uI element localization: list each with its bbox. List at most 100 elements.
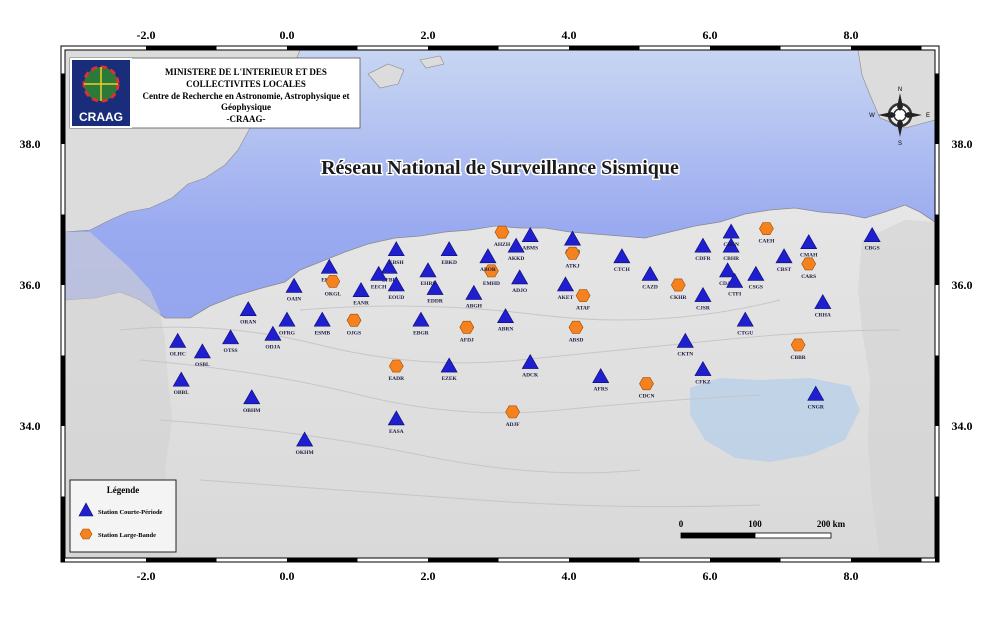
station-label: CKHR [670,295,688,301]
lat-tick-left: 38.0 [20,137,41,151]
latitude-labels-right: 38.0 36.0 34.0 [952,137,973,433]
lon-tick-bottom: 8.0 [844,569,859,583]
legend-box: Légende Station Courte-Période Station L… [69,479,177,553]
station-label: AKET [558,295,574,301]
lon-tick-top: 2.0 [421,28,436,42]
station-label: CBGS [865,246,880,252]
longitude-labels-bottom: -2.0 0.0 2.0 4.0 6.0 8.0 [137,569,859,583]
station-label: EMHD [483,281,500,287]
station-label: EHRS [421,281,436,287]
station-label: OTSS [224,348,238,354]
station-label: CAEH [758,239,775,245]
station-label: ABRN [498,327,514,333]
station-label: OSBL [195,362,210,368]
station-label: CSGS [749,284,763,290]
station-label: AKKD [508,256,525,262]
latitude-labels-left: 38.0 36.0 34.0 [20,137,41,433]
compass-s: S [898,141,902,147]
lon-tick-bottom: 2.0 [421,569,436,583]
station-label: OLHC [170,351,186,357]
legend-title: Légende [107,485,140,495]
station-label: EBKD [441,260,457,266]
station-label: OJGS [347,330,361,336]
station-label: CFKZ [695,380,711,386]
station-label: OAIN [287,296,301,302]
station-label: ADJO [512,288,528,294]
station-label: CBDN [723,242,739,248]
compass-e: E [926,113,930,119]
lon-tick-top: 0.0 [280,28,295,42]
station-label: ADCK [522,373,539,379]
lat-tick-right: 34.0 [952,419,973,433]
legend-broad-band-label: Station Large-Bande [98,532,156,539]
station-label: ATKJ [565,263,580,269]
seismic-network-map: -2.0 0.0 2.0 4.0 6.0 8.0 -2.0 0.0 2.0 4.0 6.0 8.0 … [0,0,1000,613]
station-label: CNGR [808,404,825,410]
station-label: CJSR [696,306,711,312]
station-label: CAZD [642,284,658,290]
station-label: EBGR [413,330,430,336]
header-line-3: Centre de Recherche en Astronomie, Astro… [142,91,349,101]
station-label: ADJF [506,422,521,428]
station-label: CARS [801,274,816,280]
station-label: CTFI [728,291,741,297]
header-line-2: COLLECTIVITES LOCALES [186,79,306,89]
station-label: CRHA [815,313,831,319]
lon-tick-top: 4.0 [562,28,577,42]
map-title: Réseau National de Surveillance Sismique [321,157,679,179]
header-line-1: MINISTERE DE L'INTERIEUR ET DES [165,67,327,77]
longitude-labels-top: -2.0 0.0 2.0 4.0 6.0 8.0 [137,28,859,42]
legend-short-period-label: Station Courte-Période [98,509,163,516]
station-label: CTCH [614,267,631,273]
station-label: EDDR [427,299,444,305]
lon-tick-bottom: -2.0 [137,569,156,583]
lon-tick-bottom: 0.0 [280,569,295,583]
station-label: EASA [389,429,404,435]
lon-tick-top: 6.0 [703,28,718,42]
lon-tick-top: -2.0 [137,28,156,42]
station-label: CBHR [723,256,740,262]
station-label: CBST [777,267,792,273]
station-label: AFDJ [460,337,474,343]
lat-tick-right: 36.0 [952,278,973,292]
station-label: ORAN [240,320,256,326]
station-label: ABOR [480,267,497,273]
station-label: OBBL [174,390,190,396]
lon-tick-top: 8.0 [844,28,859,42]
station-label: CDCN [639,394,655,400]
station-label: EBSH [389,260,404,266]
station-label: OFRG [279,330,296,336]
scale-label-0: 0 [679,519,684,529]
station-label: CBBR [790,355,806,361]
header-box: CRAAG MINISTERE DE L'INTERIEUR ET DES CO… [69,57,361,129]
scale-label-200: 200 km [817,519,846,529]
station-label: CTGU [737,330,753,336]
station-label: EADR [388,376,405,382]
station-label: CKTN [677,351,693,357]
station-label: EANR [353,301,370,307]
station-label: AFRS [594,387,608,393]
station-label: ODJA [265,344,280,350]
header-line-4: Géophysique [221,102,271,112]
lat-tick-left: 36.0 [20,278,41,292]
lat-tick-left: 34.0 [20,419,41,433]
station-label: OKHM [296,450,315,456]
station-label: CDFR [695,256,711,262]
station-label: ABMS [522,246,538,252]
legend-broad-band-symbol [79,528,93,540]
station-label: ABSD [569,337,584,343]
lon-tick-bottom: 4.0 [562,569,577,583]
station-label: OBHM [243,408,261,414]
logo-text: CRAAG [79,110,123,124]
compass-n: N [898,87,902,93]
compass-w: W [869,113,875,119]
station-label: EZEK [442,376,458,382]
lat-tick-right: 38.0 [952,137,973,151]
station-label: ATAF [576,306,591,312]
station-label: EECH [371,284,387,290]
station-label: EOUD [388,295,404,301]
station-label: AHZH [494,242,511,248]
station-label: ESMB [314,330,330,336]
station-label: ABGH [466,303,483,309]
station-label: OKGL [325,291,342,297]
